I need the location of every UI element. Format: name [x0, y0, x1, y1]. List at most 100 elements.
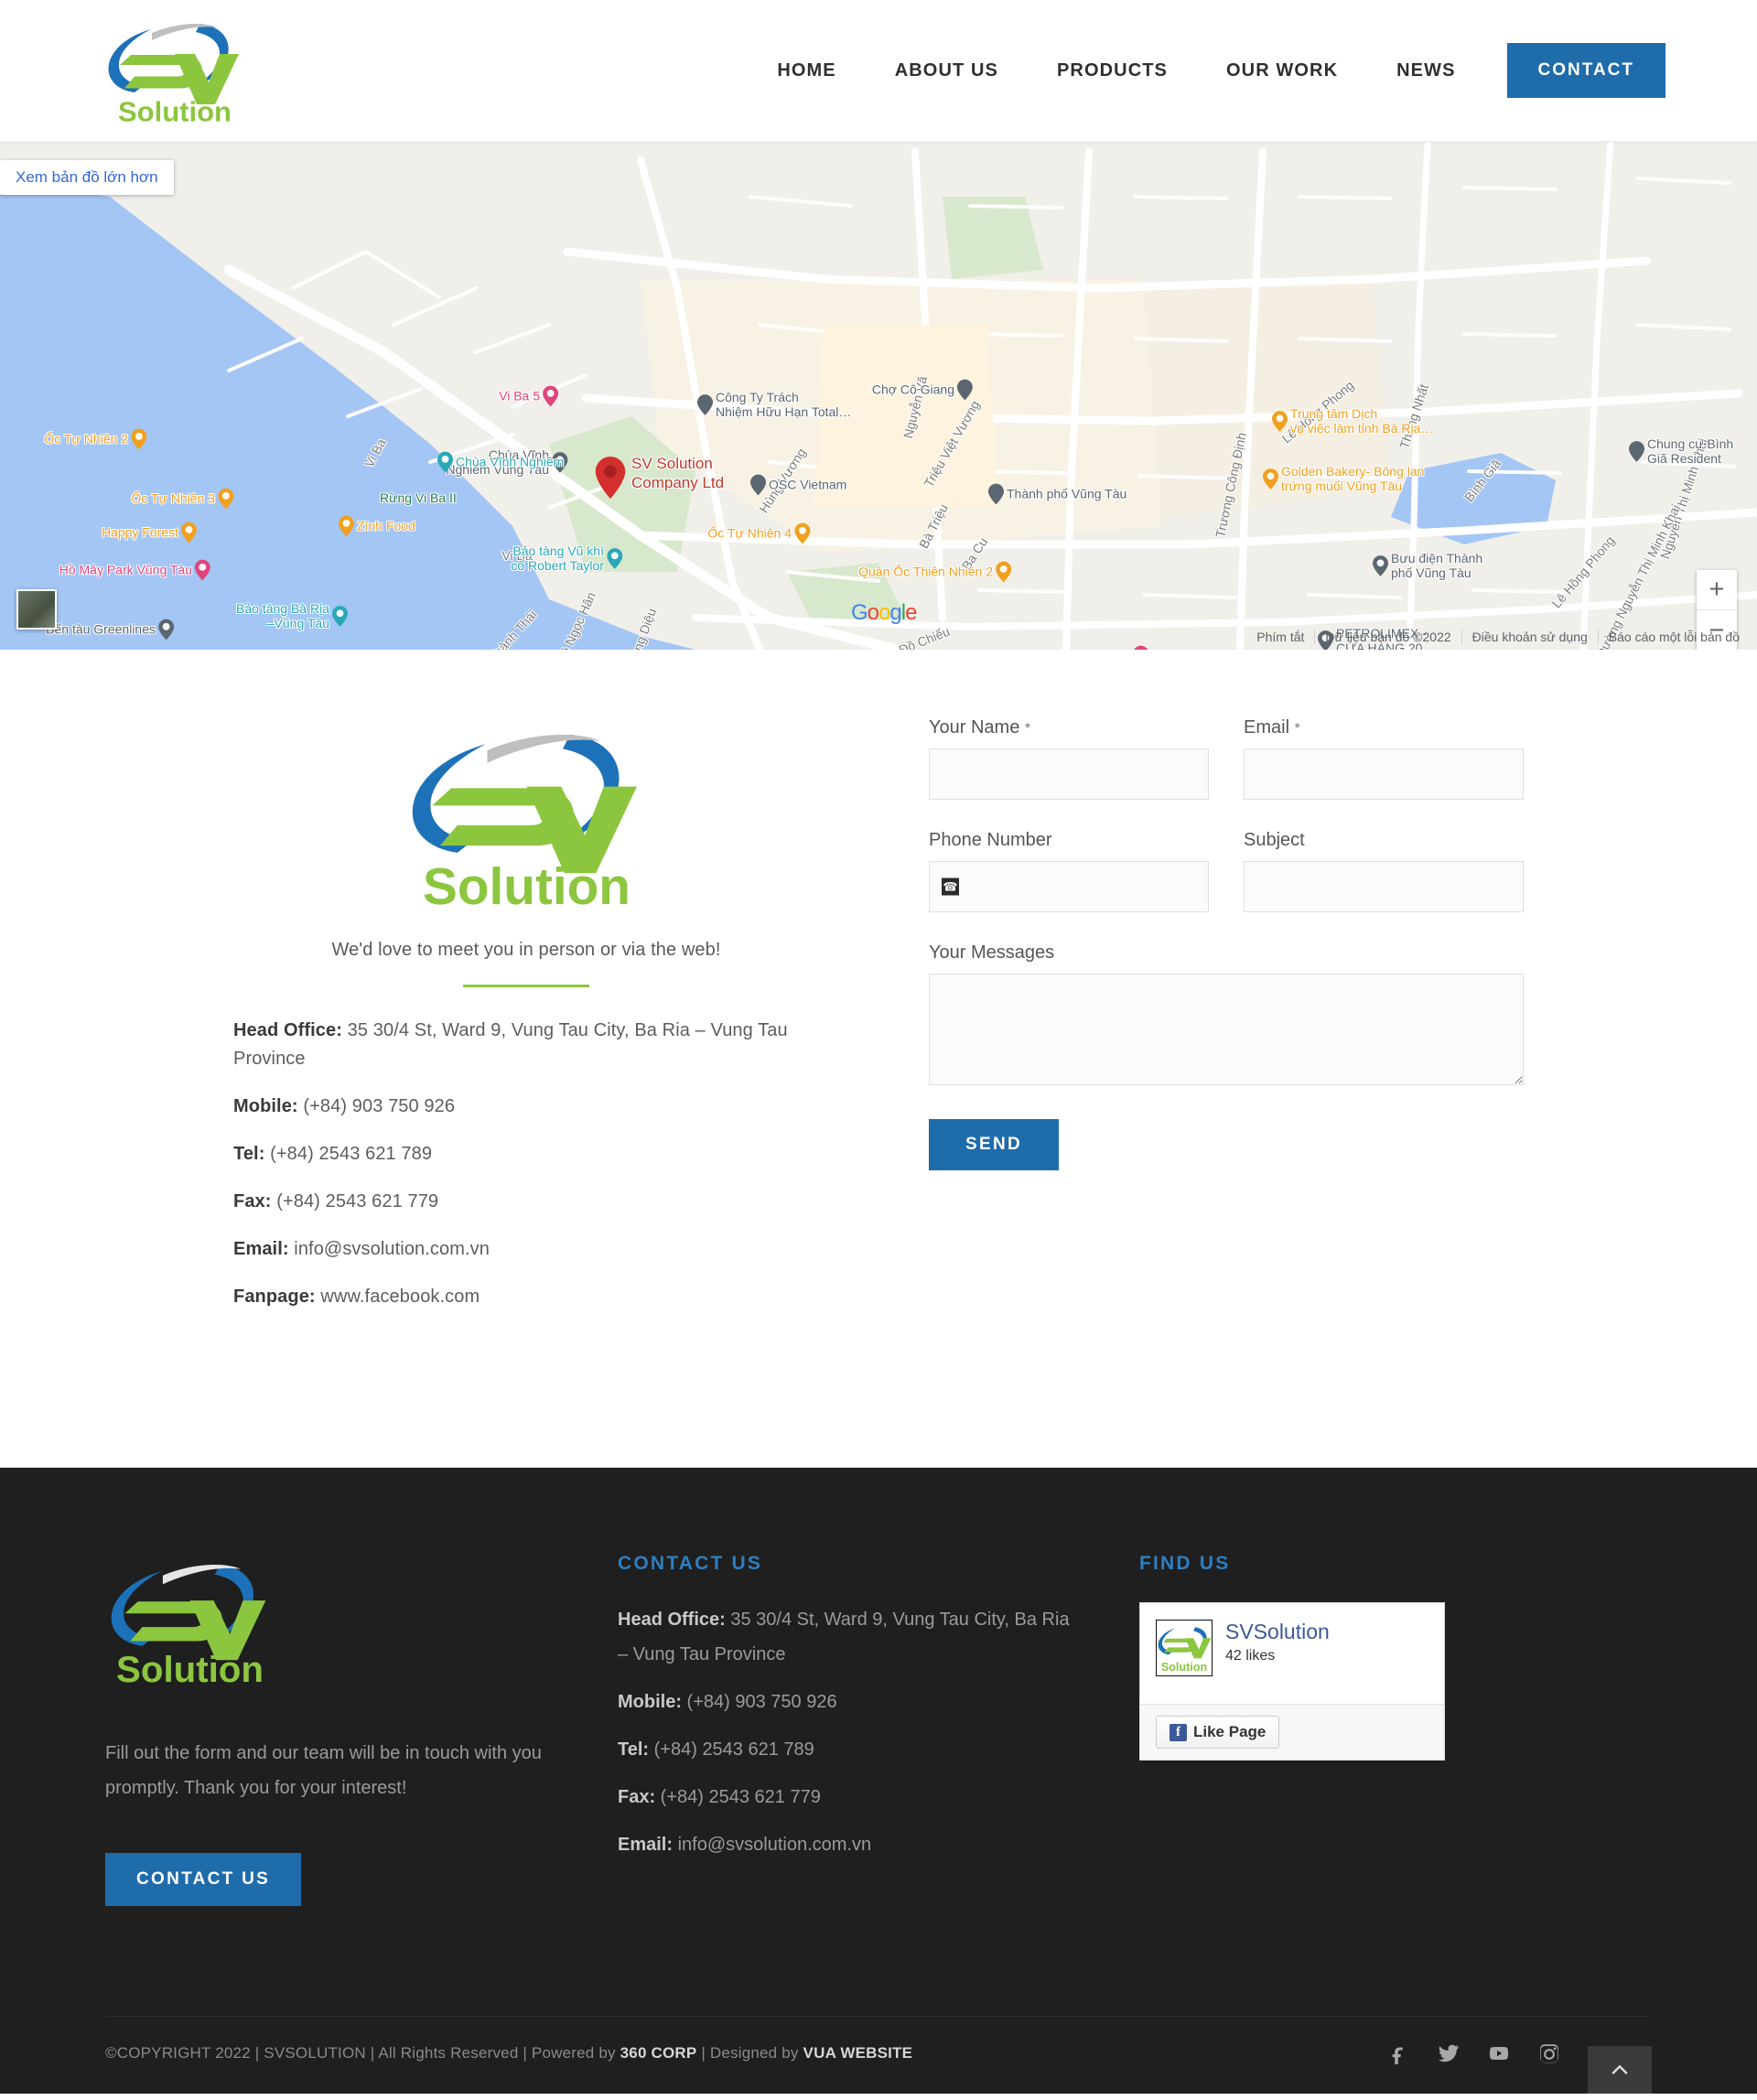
- facebook-page-widget[interactable]: Solution SVSolution 42 likes f Like Page: [1139, 1602, 1445, 1761]
- instagram-icon[interactable]: [1538, 2042, 1560, 2064]
- map-zoom-in-button[interactable]: +: [1697, 570, 1737, 610]
- sv-logo-icon: Solution: [111, 1565, 266, 1688]
- svg-text:Solution: Solution: [116, 1649, 264, 1688]
- map-poi[interactable]: OSC Vietnam: [750, 474, 847, 496]
- map-poi-pin-icon: [218, 488, 233, 510]
- map-poi-label: Joi Hotel Vung Tau: [1023, 649, 1130, 650]
- map-poi-label: OSC Vietnam: [769, 477, 847, 492]
- map-primary-marker[interactable]: [595, 457, 626, 503]
- send-button[interactable]: SEND: [929, 1119, 1059, 1170]
- email-input[interactable]: [1244, 748, 1524, 800]
- map-poi-label: Ốc Tự Nhiên 3: [131, 490, 215, 506]
- contact-detail-head-office: Head Office: 35 30/4 St, Ward 9, Vung Ta…: [233, 1017, 819, 1073]
- nav-item-about-us[interactable]: ABOUT US: [866, 61, 1028, 80]
- map-poi[interactable]: Rừng Vi Ba II: [380, 490, 457, 505]
- map-poi-layer[interactable]: Vi Ba 5 Chợ Cô Giang Công Ty Trách Nhiệm Hữ…: [0, 142, 1757, 650]
- footer-column-find-us: FIND US Solution SVSolution 42 likes f L…: [1139, 1553, 1652, 1906]
- svg-text:Solution: Solution: [118, 95, 232, 127]
- map-poi-label: Zính Food: [357, 518, 415, 533]
- map-poi[interactable]: Golden Bakery- Bông lan trứng muối Vũng T…: [1263, 464, 1424, 493]
- facebook-page-name[interactable]: SVSolution: [1225, 1620, 1330, 1643]
- required-mark: *: [1024, 721, 1031, 737]
- detail-value: (+84) 903 750 926: [682, 1692, 837, 1712]
- map-poi[interactable]: Công Ty Trách Nhiệm Hữu Hạn Total…: [697, 390, 851, 419]
- detail-label: Email:: [233, 1239, 289, 1259]
- map-poi[interactable]: Chung cư Bình Giã Resident: [1629, 436, 1733, 466]
- map-poi[interactable]: Happy Forest: [102, 522, 197, 544]
- map-poi-label: Rừng Vi Ba II: [380, 490, 457, 505]
- facebook-like-page-button[interactable]: f Like Page: [1156, 1716, 1280, 1749]
- map-street-view-thumbnail[interactable]: [16, 589, 57, 630]
- label-text: Your Name: [929, 717, 1020, 738]
- map-poi[interactable]: Vi Ba 5: [499, 385, 558, 407]
- nav-contact-button[interactable]: CONTACT: [1506, 43, 1665, 98]
- powered-by-link[interactable]: 360 CORP: [620, 2044, 697, 2062]
- site-footer: Solution Fill out the form and our team …: [0, 1468, 1757, 2094]
- label-text: Email: [1244, 717, 1290, 738]
- scroll-to-top-button[interactable]: [1588, 2046, 1652, 2094]
- contact-detail-fanpage: Fanpage: www.facebook.com: [233, 1283, 819, 1311]
- map-poi[interactable]: Trung tâm Dịch vụ việc làm tỉnh Bà Rịa…: [1272, 406, 1433, 436]
- designer-link[interactable]: VUA WEBSITE: [803, 2044, 913, 2062]
- field-your-name: Your Name *: [929, 717, 1209, 800]
- facebook-page-avatar: Solution: [1156, 1620, 1213, 1676]
- map-view-larger-button[interactable]: Xem bản đồ lớn hơn: [0, 160, 174, 195]
- nav-item-home[interactable]: HOME: [748, 61, 865, 80]
- label-subject: Subject: [1244, 830, 1305, 850]
- footer-column-brand: Solution Fill out the form and our team …: [105, 1553, 618, 1906]
- map-poi-label: Quán Ốc Thiên Nhiên 2: [858, 564, 993, 579]
- youtube-icon[interactable]: [1488, 2042, 1510, 2064]
- your-messages-textarea[interactable]: [929, 974, 1524, 1085]
- form-row-name-email: Your Name * Email *: [929, 717, 1524, 800]
- map-attr-terms[interactable]: Điều khoản sử dụng: [1461, 630, 1598, 644]
- map-poi[interactable]: Quán Ốc Thiên Nhiên 2: [858, 561, 1011, 583]
- map-poi[interactable]: Zính Food: [339, 515, 415, 537]
- map-attr-report[interactable]: Báo cáo một lỗi bản đồ: [1597, 630, 1750, 644]
- map-section[interactable]: Vi Ba Vi Ba Nguyễn Vă Triệu Việt Vương Hùng …: [0, 142, 1757, 650]
- nav-item-news[interactable]: NEWS: [1367, 61, 1484, 80]
- nav-item-our-work[interactable]: OUR WORK: [1197, 61, 1367, 80]
- map-poi-pin-icon: [1263, 468, 1278, 490]
- copyright-mid: | Designed by: [696, 2044, 803, 2062]
- map-poi-pin-icon: [332, 605, 348, 627]
- footer-find-us-heading: FIND US: [1139, 1553, 1231, 1574]
- footer-contact-heading: CONTACT US: [618, 1553, 763, 1574]
- map-poi[interactable]: Joi Hotel Vung Tau: [1023, 645, 1148, 650]
- map-poi[interactable]: Thành phố Vũng Tàu: [988, 483, 1127, 505]
- map-poi-label: Hồ Mây Park Vũng Tàu: [59, 562, 192, 577]
- map-poi-pin-icon: [339, 515, 354, 537]
- twitter-icon[interactable]: [1438, 2042, 1460, 2064]
- detail-label: Fanpage:: [233, 1287, 316, 1307]
- map-poi[interactable]: Ốc Tự Nhiên 4: [707, 522, 810, 544]
- map-poi[interactable]: Bến tàu Greenlines: [46, 619, 174, 641]
- footer-contact-us-button[interactable]: CONTACT US: [105, 1853, 302, 1906]
- map-poi[interactable]: Chợ Cô Giang: [872, 379, 973, 401]
- chevron-up-icon: [1611, 2064, 1628, 2074]
- detail-value: info@svsolution.com.vn: [673, 1835, 872, 1855]
- phone-number-input[interactable]: [929, 861, 1209, 912]
- map-poi-label: Thành phố Vũng Tàu: [1007, 486, 1127, 501]
- phone-icon: ☎: [942, 878, 959, 896]
- map-poi[interactable]: Bưu điện Thành phố Vũng Tàu: [1373, 551, 1482, 580]
- map-poi-pin-icon: [1373, 555, 1388, 576]
- map-poi[interactable]: Ốc Tự Nhiên 3: [131, 488, 233, 510]
- map-poi[interactable]: Ốc Tự Nhiên 2: [44, 428, 146, 450]
- map-poi[interactable]: Bảo tàng Bà Rịa –Vũng Tàu: [236, 601, 348, 630]
- map-poi[interactable]: Chùa Vĩnh Nghiêm: [437, 451, 565, 473]
- subject-input[interactable]: [1244, 861, 1524, 912]
- map-poi[interactable]: Hồ Mây Park Vũng Tàu: [59, 559, 210, 581]
- field-your-messages: Your Messages: [929, 942, 1524, 1085]
- facebook-widget-footer: f Like Page: [1140, 1704, 1444, 1760]
- map-poi-label: Trung tâm Dịch vụ việc làm tỉnh Bà Rịa…: [1290, 405, 1434, 436]
- map-primary-marker-label: SV Solution Company Ltd: [631, 455, 725, 491]
- footer-blurb: Fill out the form and our team will be i…: [105, 1743, 542, 1798]
- facebook-icon[interactable]: [1387, 2042, 1409, 2064]
- map-poi[interactable]: Bảo tàng Vũ khí cổ Robert Taylor: [511, 544, 622, 573]
- svg-text:Solution: Solution: [1161, 1661, 1207, 1674]
- map-poi-label: Chùa Vĩnh Nghiêm: [456, 454, 565, 469]
- nav-item-products[interactable]: PRODUCTS: [1028, 61, 1197, 80]
- field-phone-number: Phone Number ☎: [929, 830, 1209, 912]
- your-name-input[interactable]: [929, 748, 1209, 800]
- sv-logo-icon: Solution: [412, 734, 637, 914]
- map-attr-keyboard[interactable]: Phím tắt: [1246, 630, 1314, 644]
